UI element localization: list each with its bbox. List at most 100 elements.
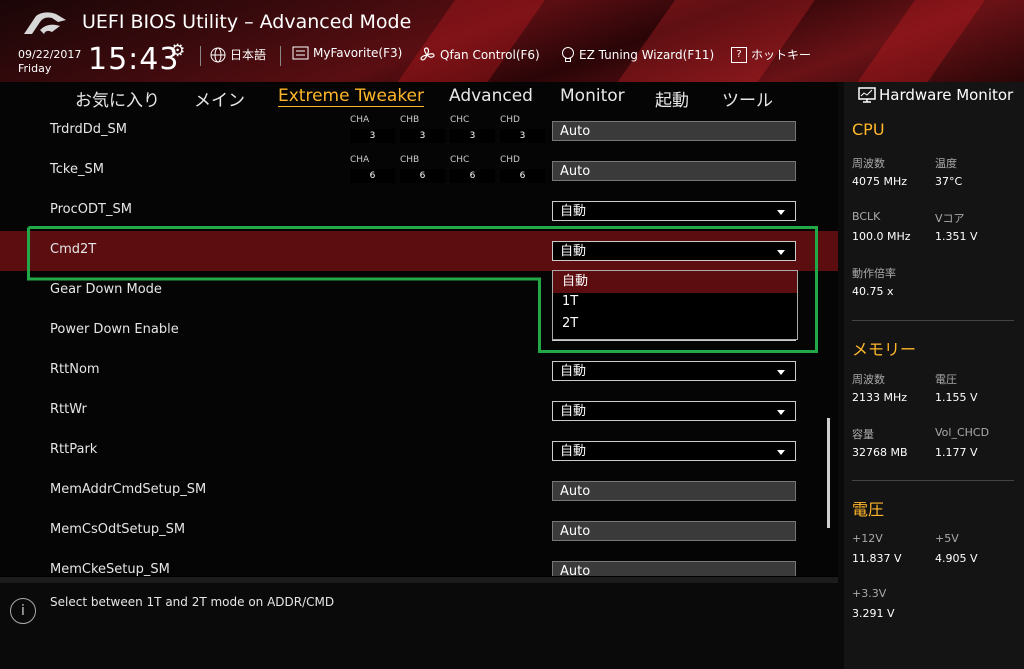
tab-main[interactable]: メイン bbox=[194, 86, 245, 111]
tab-tool[interactable]: ツール bbox=[722, 86, 773, 111]
dropdown-option-2t[interactable]: 2T bbox=[553, 313, 797, 335]
channel-chb: CHB 3 bbox=[400, 115, 446, 145]
setting-label: Tcke_SM bbox=[50, 162, 104, 177]
setting-row-memcsodtsetup-sm[interactable]: MemCsOdtSetup_SM Auto bbox=[0, 511, 838, 551]
setting-row-trdrddd-sm[interactable]: TrdrdDd_SM CHA 3 CHB 3 CHC 3 CHD 3 Auto bbox=[0, 111, 838, 151]
dropdown-value: 自動 bbox=[560, 364, 587, 379]
setting-label: Cmd2T bbox=[50, 242, 97, 257]
setting-label: MemCkeSetup_SM bbox=[50, 562, 170, 576]
setting-row-rttpark[interactable]: RttPark 自動 bbox=[0, 431, 838, 471]
myfavorite-icon bbox=[292, 46, 309, 60]
chevron-down-icon bbox=[777, 450, 785, 455]
cpu-temp-value: 37°C bbox=[935, 175, 963, 188]
setting-label: MemAddrCmdSetup_SM bbox=[50, 482, 207, 497]
hardware-monitor-label: Hardware Monitor bbox=[879, 86, 1014, 104]
setting-row-rttwr[interactable]: RttWr 自動 bbox=[0, 391, 838, 431]
window-title: UEFI BIOS Utility – Advanced Mode bbox=[82, 11, 412, 33]
dropdown-value: 自動 bbox=[560, 204, 587, 219]
ez-tuning-label: EZ Tuning Wizard(F11) bbox=[579, 48, 715, 62]
language-button[interactable]: 日本語 bbox=[210, 46, 266, 63]
help-text: Select between 1T and 2T mode on ADDR/CM… bbox=[50, 595, 335, 609]
help-icon: ? bbox=[731, 46, 747, 63]
v5-value: 4.905 V bbox=[935, 552, 978, 565]
info-icon: i bbox=[10, 598, 36, 624]
myfavorite-button[interactable]: MyFavorite(F3) bbox=[292, 46, 402, 60]
setting-dropdown[interactable]: 自動 bbox=[552, 441, 796, 461]
setting-value-input[interactable]: Auto bbox=[552, 161, 796, 181]
dropdown-option-auto[interactable]: 自動 bbox=[553, 271, 797, 293]
setting-label: MemCsOdtSetup_SM bbox=[50, 522, 186, 537]
channel-chb: CHB 6 bbox=[400, 155, 446, 185]
setting-row-rttnom[interactable]: RttNom 自動 bbox=[0, 351, 838, 391]
channel-label: CHA bbox=[350, 155, 370, 165]
tab-monitor[interactable]: Monitor bbox=[560, 86, 625, 106]
tab-boot[interactable]: 起動 bbox=[655, 86, 689, 111]
myfavorite-label: MyFavorite(F3) bbox=[313, 46, 403, 60]
setting-value-input[interactable]: Auto bbox=[552, 521, 796, 541]
channel-value: 6 bbox=[400, 169, 445, 183]
tab-extreme-tweaker[interactable]: Extreme Tweaker bbox=[278, 86, 425, 107]
setting-value-input[interactable]: Auto bbox=[552, 121, 796, 141]
channel-chd: CHD 6 bbox=[500, 155, 546, 185]
mem-vol-chcd-value: 1.177 V bbox=[935, 446, 978, 459]
setting-row-memckesetup-sm[interactable]: MemCkeSetup_SM Auto bbox=[0, 551, 838, 576]
settings-list: TrdrdDd_SM CHA 3 CHB 3 CHC 3 CHD 3 Auto Tcke… bbox=[0, 111, 838, 576]
channel-chc: CHC 6 bbox=[450, 155, 496, 185]
setting-label: Power Down Enable bbox=[50, 322, 179, 337]
cpu-bclk-value: 100.0 MHz bbox=[852, 230, 911, 243]
qfan-label: Qfan Control(F6) bbox=[440, 48, 540, 62]
tab-favorites[interactable]: お気に入り bbox=[75, 86, 160, 111]
setting-dropdown[interactable]: 自動 bbox=[552, 401, 796, 421]
monitor-icon bbox=[858, 87, 876, 103]
cpu-ratio-label: 動作倍率 bbox=[852, 267, 896, 280]
setting-row-procodt-sm[interactable]: ProcODT_SM 自動 bbox=[0, 191, 838, 231]
hardware-monitor-panel: Hardware Monitor CPU 周波数 温度 4075 MHz 37°… bbox=[838, 82, 1024, 669]
lightbulb-icon bbox=[562, 47, 574, 62]
channel-value: 6 bbox=[500, 169, 545, 183]
channel-label: CHC bbox=[450, 155, 470, 165]
setting-dropdown[interactable]: 自動 bbox=[552, 361, 796, 381]
qfan-button[interactable]: Qfan Control(F6) bbox=[418, 46, 540, 64]
setting-value-input[interactable]: Auto bbox=[552, 561, 796, 576]
hotkeys-label: ホットキー bbox=[751, 48, 812, 62]
setting-dropdown[interactable]: 自動 bbox=[552, 241, 796, 261]
v33-value: 3.291 V bbox=[852, 607, 895, 620]
channel-label: CHB bbox=[400, 155, 420, 165]
fan-icon bbox=[420, 47, 435, 61]
mem-freq-value: 2133 MHz bbox=[852, 391, 908, 404]
channel-value: 3 bbox=[400, 129, 445, 143]
setting-row-tcke-sm[interactable]: Tcke_SM CHA 6 CHB 6 CHC 6 CHD 6 Auto bbox=[0, 151, 838, 191]
cmd2t-dropdown-menu: 自動 1T 2T bbox=[552, 270, 798, 340]
setting-label: Gear Down Mode bbox=[50, 282, 162, 297]
setting-row-cmd2t[interactable]: Cmd2T 自動 bbox=[0, 231, 838, 271]
dropdown-option-1t[interactable]: 1T bbox=[553, 291, 797, 313]
chevron-down-icon bbox=[777, 410, 785, 415]
hotkeys-button[interactable]: ? ホットキー bbox=[731, 46, 811, 63]
mem-volt-label: 電圧 bbox=[935, 373, 957, 386]
gear-icon[interactable]: ⚙ bbox=[170, 41, 185, 61]
channel-chc: CHC 3 bbox=[450, 115, 496, 145]
dropdown-value: 自動 bbox=[560, 444, 587, 459]
channel-value: 6 bbox=[450, 169, 495, 183]
tab-advanced[interactable]: Advanced bbox=[449, 86, 533, 106]
cpu-vcore-label: Vコア bbox=[935, 212, 965, 225]
cpu-freq-value: 4075 MHz bbox=[852, 175, 908, 188]
toolbar-divider bbox=[200, 46, 201, 66]
setting-row-memaddrcmdsetup-sm[interactable]: MemAddrCmdSetup_SM Auto bbox=[0, 471, 838, 511]
channel-label: CHA bbox=[350, 115, 370, 125]
cpu-vcore-value: 1.351 V bbox=[935, 230, 978, 243]
chevron-down-icon bbox=[777, 210, 785, 215]
cpu-temp-label: 温度 bbox=[935, 157, 957, 170]
header-decoration bbox=[597, 0, 823, 82]
channel-label: CHC bbox=[450, 115, 470, 125]
cpu-section-title: CPU bbox=[852, 120, 885, 139]
dropdown-value: 自動 bbox=[560, 244, 587, 259]
setting-value-input[interactable]: Auto bbox=[552, 481, 796, 501]
day-display: Friday bbox=[18, 62, 52, 75]
scrollbar-thumb[interactable] bbox=[827, 418, 830, 528]
ez-tuning-button[interactable]: EZ Tuning Wizard(F11) bbox=[561, 46, 714, 64]
header-bar: UEFI BIOS Utility – Advanced Mode 09/22/… bbox=[0, 0, 1024, 82]
v12-label: +12V bbox=[852, 532, 883, 545]
setting-dropdown[interactable]: 自動 bbox=[552, 201, 796, 221]
chevron-down-icon bbox=[777, 370, 785, 375]
